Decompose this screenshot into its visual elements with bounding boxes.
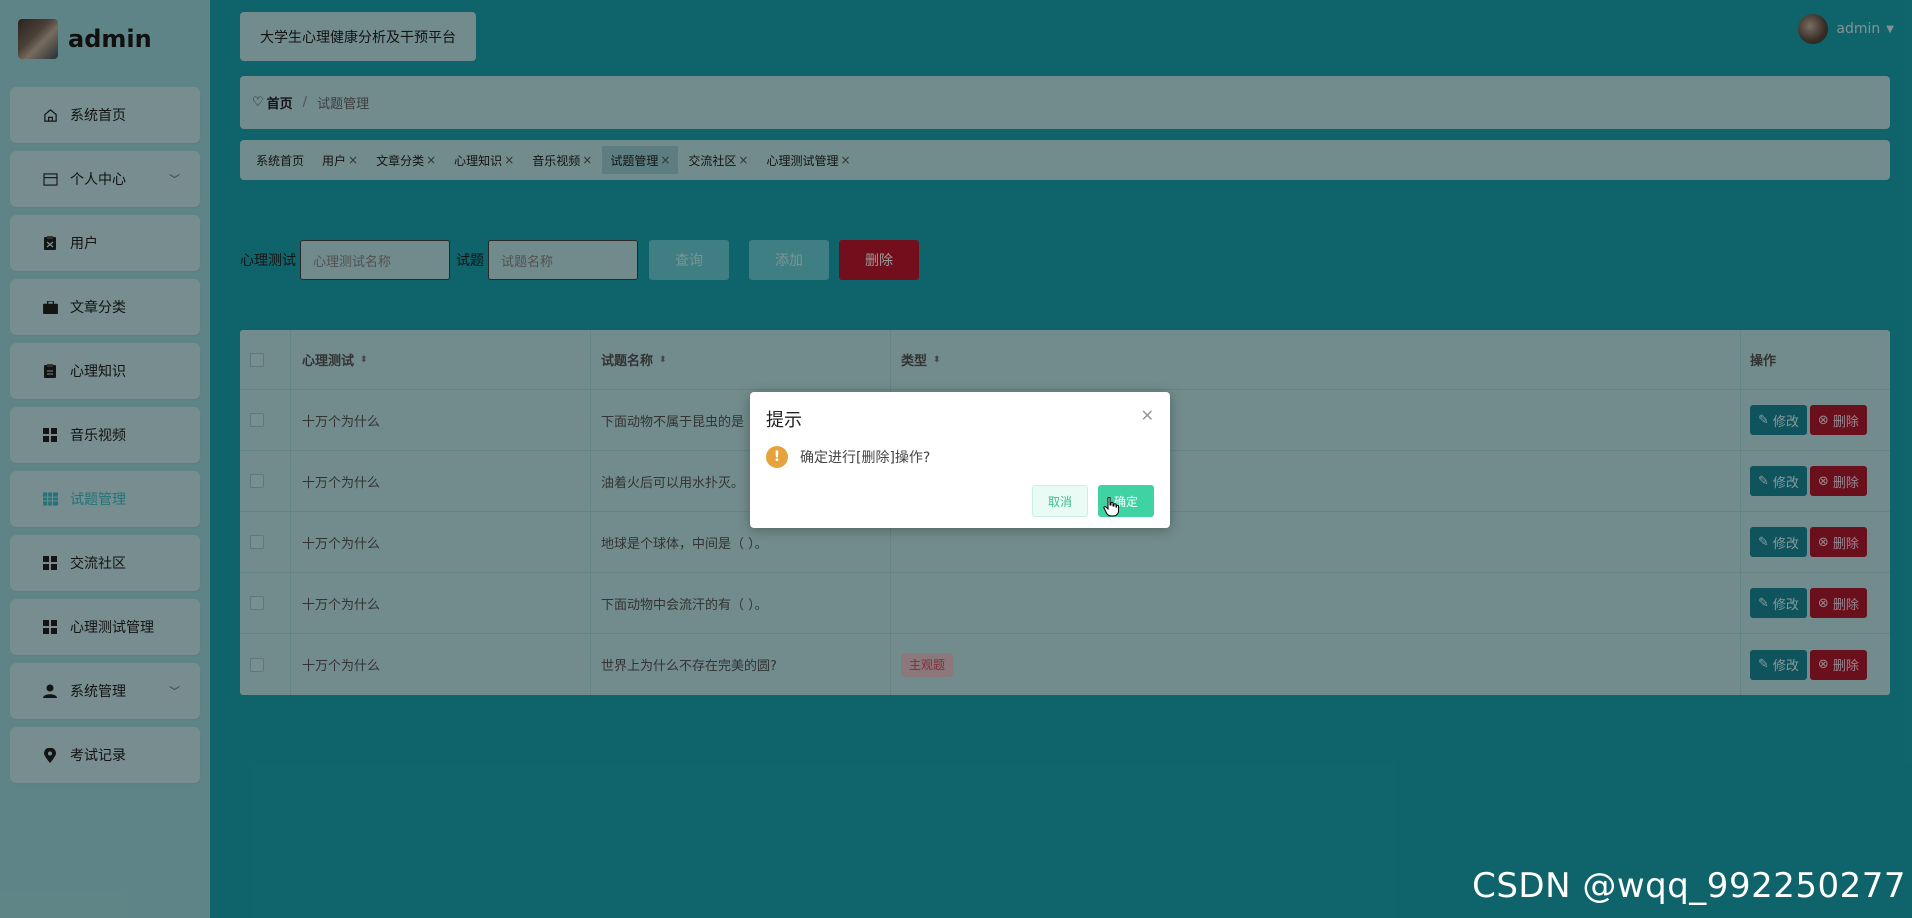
close-icon[interactable]: ✕ (1141, 406, 1154, 425)
dialog-message-text: 确定进行[删除]操作? (800, 450, 931, 466)
dialog-message: ! 确定进行[删除]操作? (766, 446, 930, 468)
dialog-title: 提示 (766, 410, 802, 431)
watermark: CSDN @wqq_992250277 (1472, 866, 1906, 906)
hand-cursor-icon (1103, 497, 1119, 517)
cancel-button[interactable]: 取消 (1032, 485, 1088, 517)
warning-icon: ! (766, 446, 788, 468)
